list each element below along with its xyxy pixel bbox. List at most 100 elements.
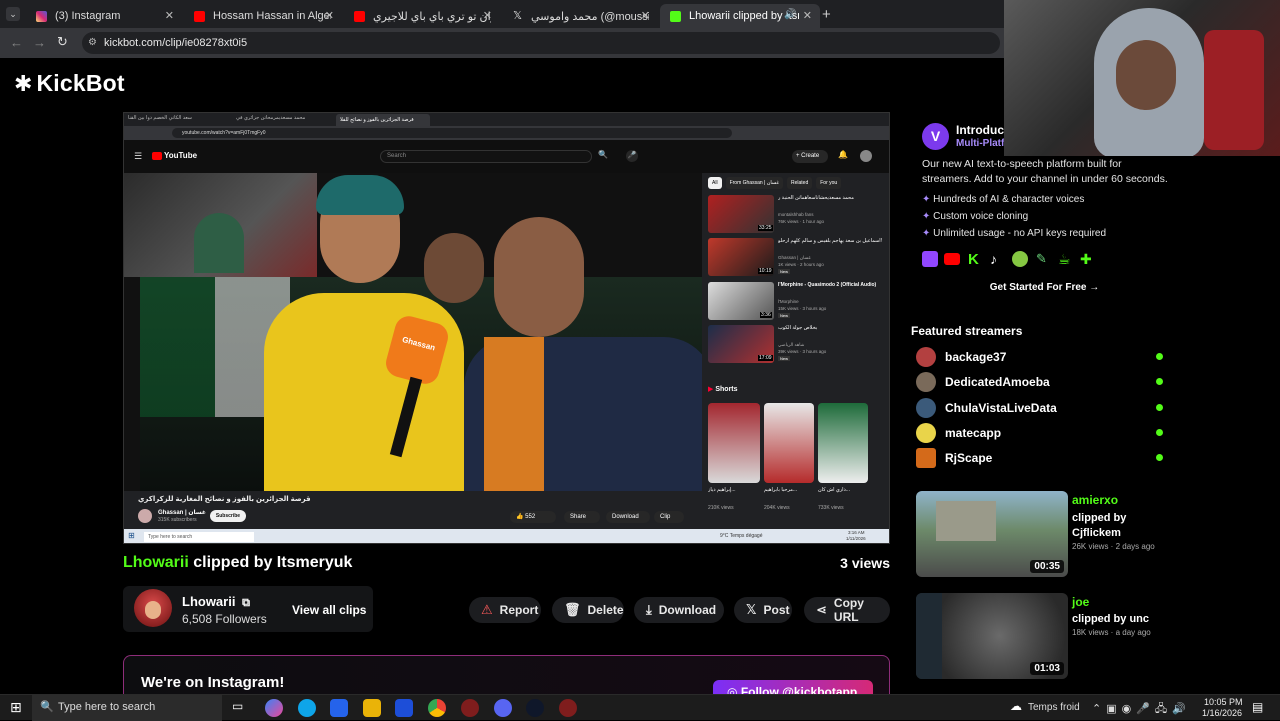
rec-badge: New [778,356,791,361]
copy-url-button[interactable]: ⋖ Copy URL [804,596,890,624]
notification-icon[interactable]: ▤ [1252,700,1263,714]
site-info-icon[interactable]: ⚙ [88,32,97,54]
rec-duration: 3:36 [760,312,772,318]
featured-streamer[interactable]: backage37 [916,347,1163,367]
clip-video-player[interactable]: سعد الكاتي الخصم دوا بين القنا محمد مسعد… [123,112,890,544]
edge-icon[interactable] [298,699,316,717]
featured-streamer[interactable]: RjScape [916,448,1163,468]
clip-channel-name[interactable]: Lhowarii [123,554,189,571]
clip-card[interactable]: 00:35 amierxo clipped by Cjflickem 26K v… [916,491,1166,577]
taskbar-search[interactable]: 🔍 Type here to search [32,695,222,721]
rec-duration: 17:09 [758,355,773,361]
copilot-icon[interactable] [265,699,283,717]
twitch-icon [922,251,938,267]
reload-icon[interactable]: ↻ [57,34,68,50]
channel-avatar[interactable] [134,589,172,627]
featured-streamer[interactable]: matecapp [916,423,1163,443]
clip-card[interactable]: 01:03 joe clipped by unc 18K views · a d… [916,593,1166,679]
live-indicator [1156,353,1163,360]
inner-short [708,403,760,483]
task-view-icon[interactable]: ▭ [232,699,243,713]
obs-icon[interactable] [461,699,479,717]
app-icon[interactable] [526,699,544,717]
follower-count: 6,508 Followers [182,612,267,626]
clip-card-user[interactable]: joe [1072,595,1089,609]
sparkle-icon: ✦ [922,194,934,205]
menu-icon: ☰ [134,151,143,161]
promo-bullet: ✦ Hundreds of AI & character voices [922,194,1085,205]
inner-channel-avatar [138,509,152,523]
rec-title: اسماعيل بن سعد يهاجم بلقيس و سالم كلهم ا… [778,238,883,244]
interviewer-head [494,217,584,337]
inner-address-bar: youtube.com/watch?v=amFj0TmgFy0 [124,126,889,140]
tab-list-icon[interactable]: ⌄ [6,7,20,21]
clip-duration: 01:03 [1030,662,1064,675]
delete-button[interactable]: 🗑 Delete [552,597,624,623]
streamer-avatar [916,398,936,418]
outlook-icon[interactable] [395,699,413,717]
forward-icon[interactable]: → [33,35,46,50]
trash-icon: 🗑 [564,602,581,617]
windows-start-icon[interactable]: ⊞ [10,699,22,716]
inner-recommendation: 3:36 l'Morphine - Quasimodo 2 (Official … [708,282,888,320]
rec-title: l'Morphine - Quasimodo 2 (Official Audio… [778,282,877,288]
rec-channel: Ghassan | غسان [778,255,811,260]
taskbar-weather[interactable]: Temps froid [1028,702,1080,713]
address-bar[interactable]: ⚙ kickbot.com/clip/ie08278xt0i5 [82,32,1000,54]
chip: From Ghassan | غسان [725,177,783,189]
promo-description: Our new AI text-to-speech platform built… [922,158,1168,185]
featured-streamer[interactable]: DedicatedAmoeba [916,372,1163,392]
streamer-avatar [916,372,936,392]
featured-streamer[interactable]: ChulaVistaLiveData [916,398,1163,418]
tab-x-moussi[interactable]: 𝕏 محمد واموسي (@moussi) (4) ✕ [502,4,658,28]
tab-youtube-hossam[interactable]: Hossam Hassan in Algeria - You ✕ [184,4,342,28]
folder-icon[interactable] [363,699,381,717]
sparkle-icon: ✦ [922,228,934,239]
live-indicator [1156,429,1163,436]
inner-taskbar-search: Type here to search [144,532,254,542]
clip-card-user[interactable]: amierxo [1072,493,1118,507]
close-tab-icon[interactable]: ✕ [803,9,812,22]
app-icon[interactable] [559,699,577,717]
speaker-icon[interactable]: 🔊 [784,9,796,20]
back-icon[interactable]: ← [10,35,23,50]
sparkle-icon: ✦ [922,211,934,222]
discord-icon[interactable] [494,699,512,717]
short-title: إبراهيم دياز... [708,487,736,493]
inner-taskbar: ⊞ Type here to search 9°C Temps dégagé 3… [124,529,889,543]
view-all-clips-button[interactable]: View all clips [292,603,366,617]
rec-meta: 15K views · 3 hours ago [778,306,827,311]
taskbar-date: 1/16/2026 [1202,708,1243,718]
tab-kickbot-clip[interactable]: Lhowarii clipped by Itsmery 🔊 ✕ [660,4,820,28]
tab-youtube-arabic[interactable]: وان تو تري باي باي للاجيري YouTube ✕ [344,4,500,28]
download-button[interactable]: ⤓ Download [634,597,724,623]
tray-icons[interactable]: ⌃▣◉🎤🖧🔊 [1092,700,1191,719]
store-icon[interactable] [330,699,348,717]
report-button[interactable]: ⚠ Report [469,597,541,623]
close-tab-icon[interactable]: ✕ [641,9,650,22]
kickbot-logo[interactable]: ✱ KickBot [14,70,125,97]
get-started-button[interactable]: Get Started For Free → [922,282,1167,293]
promo-bullet: ✦ Custom voice cloning [922,211,1029,222]
clip-thumbnail: 01:03 [916,593,1068,679]
rumble-icon [1012,251,1028,267]
instagram-banner-title: We're on Instagram! [141,674,285,691]
new-tab-button[interactable]: + [822,6,831,23]
post-button[interactable]: 𝕏 Post [734,597,792,623]
close-tab-icon[interactable]: ✕ [325,9,334,22]
chrome-icon[interactable] [428,699,446,717]
close-tab-icon[interactable]: ✕ [483,9,492,22]
rec-title: بخلاص جولة الكوب [778,325,818,331]
windows-taskbar: ⊞ 🔍 Type here to search ▭ ☁ Temps froid … [0,694,1280,721]
download-icon: ⤓ [646,602,652,617]
inner-video-title: قرصة الجزائرين بالفوز و نصائح المغاربة ل… [138,496,311,503]
create-button: + Create [792,150,828,163]
platform-icons: K ♪ ✎ ☕ ✚ [922,251,1102,269]
rec-title: محمد مسعديحشاناسعاهماتن الحنبة ر [778,195,854,201]
follow-instagram-button[interactable]: ◎ Follow @kickbotapp [713,680,873,694]
channel-link[interactable]: Lhowarii ⧉ [182,594,250,610]
avatar-face [145,601,161,619]
kickbot-logo-icon: ✱ [14,70,33,96]
close-tab-icon[interactable]: ✕ [165,9,174,22]
tab-instagram[interactable]: (3) Instagram ✕ [26,4,182,28]
